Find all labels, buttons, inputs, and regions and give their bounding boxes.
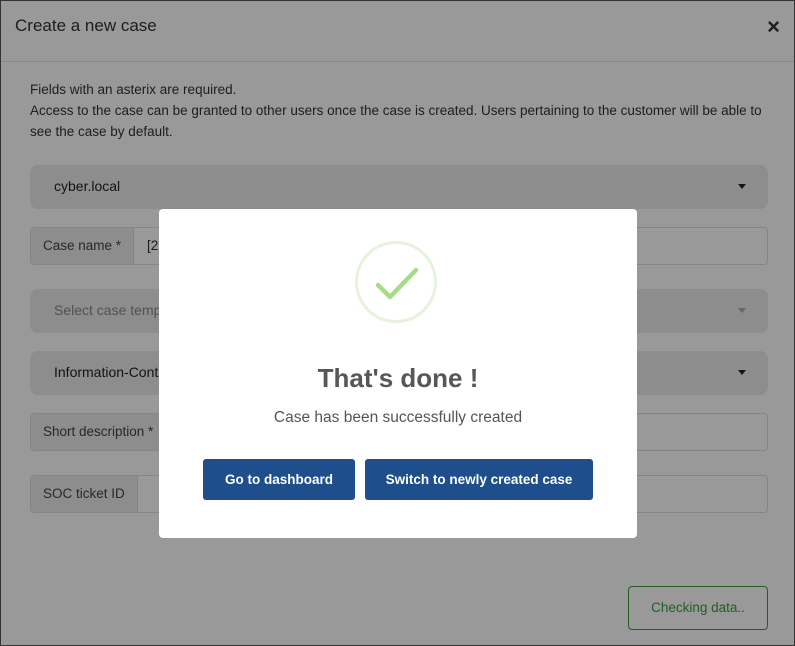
- dialog-message: Case has been successfully created: [273, 409, 523, 426]
- check-mark-icon: [375, 267, 419, 300]
- success-dialog: That's done ! Case has been successfully…: [159, 209, 637, 538]
- go-to-dashboard-button[interactable]: Go to dashboard: [203, 459, 355, 500]
- switch-to-case-button[interactable]: Switch to newly created case: [365, 459, 593, 500]
- dialog-title: That's done !: [317, 363, 479, 393]
- success-check-icon: [355, 241, 437, 323]
